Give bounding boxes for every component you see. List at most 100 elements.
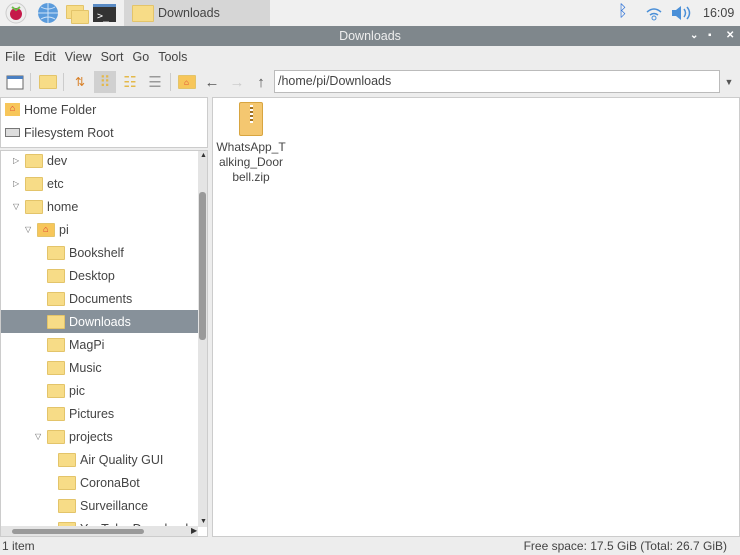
tree-item-coronabot[interactable]: CoronaBot <box>1 471 198 494</box>
zip-file-icon <box>239 102 263 136</box>
tree-item-music[interactable]: Music <box>1 356 198 379</box>
window-titlebar[interactable]: Downloads ⌄ ▪ ✕ <box>0 26 740 46</box>
volume-icon[interactable] <box>671 4 691 25</box>
collapse-arrow-icon[interactable]: ▽ <box>25 225 31 234</box>
folder-icon <box>58 475 76 490</box>
task-label: Downloads <box>158 6 220 20</box>
minimize-button[interactable]: ⌄ <box>690 26 698 46</box>
tree-item-magpi[interactable]: MagPi <box>1 333 198 356</box>
file-item[interactable]: WhatsApp_T alking_Door bell.zip <box>216 100 286 185</box>
status-bar: 1 item Free space: 17.5 GiB (Total: 26.7… <box>0 538 740 555</box>
tree-item-documents[interactable]: Documents <box>1 287 198 310</box>
forward-arrow-icon[interactable]: → <box>226 71 248 93</box>
icon-view-icon[interactable]: ⠿ <box>94 71 116 93</box>
tree-item-bookshelf[interactable]: Bookshelf <box>1 241 198 264</box>
expand-arrow-icon[interactable]: ▷ <box>13 179 19 188</box>
detailed-view-icon[interactable]: ☰ <box>144 71 166 93</box>
wifi-icon[interactable] <box>645 4 663 25</box>
tree-item-label: Bookshelf <box>69 245 124 260</box>
folder-icon <box>47 291 65 306</box>
folder-icon <box>25 199 43 214</box>
scroll-right-icon[interactable]: ▶ <box>191 526 197 535</box>
file-manager-icon[interactable] <box>64 2 89 24</box>
tree-item-desktop[interactable]: Desktop <box>1 264 198 287</box>
tree-item-etc[interactable]: ▷ etc <box>1 172 198 195</box>
folder-icon: ⌂ <box>37 222 55 237</box>
tree-item-pic[interactable]: pic <box>1 379 198 402</box>
scroll-down-icon[interactable]: ▼ <box>200 518 207 525</box>
tree-item-air-quality-gui[interactable]: Air Quality GUI <box>1 448 198 471</box>
tree-item-label: Air Quality GUI <box>80 452 164 467</box>
tree-item-pictures[interactable]: Pictures <box>1 402 198 425</box>
folder-icon <box>47 337 65 352</box>
tree-item-surveillance[interactable]: Surveillance <box>1 494 198 517</box>
collapse-arrow-icon[interactable]: ▽ <box>35 432 41 441</box>
folder-icon <box>47 429 65 444</box>
taskbar: >_ Downloads ᛒ 16:09 <box>0 0 740 26</box>
folder-icon <box>47 383 65 398</box>
place-label: Filesystem Root <box>24 125 114 140</box>
menu-file[interactable]: File <box>5 50 25 64</box>
compact-view-icon[interactable]: ☷ <box>119 71 141 93</box>
home-icon: ⌂ <box>5 103 20 116</box>
menu-go[interactable]: Go <box>133 50 150 64</box>
taskbar-item-downloads[interactable]: Downloads <box>124 0 270 26</box>
menu-tools[interactable]: Tools <box>158 50 187 64</box>
new-folder-icon[interactable] <box>37 71 59 93</box>
places-pane: ⌂ Home Folder Filesystem Root <box>0 97 208 148</box>
expand-arrow-icon[interactable]: ▷ <box>13 156 19 165</box>
bluetooth-icon[interactable]: ᛒ <box>618 3 628 21</box>
scroll-up-icon[interactable]: ▲ <box>200 152 207 159</box>
tree-horizontal-scroll-thumb[interactable] <box>12 529 144 534</box>
menubar: File Edit View Sort Go Tools <box>0 46 740 68</box>
back-arrow-icon[interactable]: ← <box>201 71 223 93</box>
svg-text:>_: >_ <box>97 11 110 22</box>
folder-icon <box>47 268 65 283</box>
tree-item-dev[interactable]: ▷ dev <box>1 151 198 172</box>
tree-item-label: etc <box>47 176 64 191</box>
new-window-icon[interactable] <box>4 71 26 93</box>
tree-item-label: pi <box>59 222 69 237</box>
up-arrow-icon[interactable]: ↑ <box>250 71 272 93</box>
raspberry-menu-icon[interactable] <box>4 2 28 24</box>
menu-view[interactable]: View <box>65 50 92 64</box>
close-button[interactable]: ✕ <box>726 26 734 46</box>
tree-vertical-scroll-thumb[interactable] <box>199 192 206 340</box>
free-space: Free space: 17.5 GiB (Total: 26.7 GiB) <box>523 539 727 553</box>
folder-icon <box>47 314 65 329</box>
menu-edit[interactable]: Edit <box>34 50 56 64</box>
file-name-line: WhatsApp_T <box>216 140 286 154</box>
path-dropdown-icon[interactable]: ▼ <box>718 71 740 93</box>
file-view[interactable] <box>212 97 740 537</box>
folder-icon <box>25 153 43 168</box>
maximize-button[interactable]: ▪ <box>708 26 712 46</box>
directory-tree: ▷ dev ▷ etc ▽ home ▽ ⌂ pi Bookshelf Desktop Documen… <box>0 150 208 537</box>
folder-icon <box>132 4 154 22</box>
terminal-icon[interactable]: >_ <box>93 2 117 24</box>
folder-icon <box>58 452 76 467</box>
web-browser-icon[interactable] <box>36 2 60 24</box>
folder-icon <box>47 360 65 375</box>
place-filesystem-root[interactable]: Filesystem Root <box>1 121 207 144</box>
tree-item-label: Pictures <box>69 406 115 421</box>
folder-icon <box>58 498 76 513</box>
tree-item-label: projects <box>69 429 113 444</box>
menu-sort[interactable]: Sort <box>101 50 124 64</box>
tree-item-label: CoronaBot <box>80 475 140 490</box>
tree-item-label: Desktop <box>69 268 115 283</box>
tree-item-pi[interactable]: ▽ ⌂ pi <box>1 218 198 241</box>
place-label: Home Folder <box>24 102 97 117</box>
file-name-line: alking_Door <box>218 155 284 169</box>
folder-icon <box>25 176 43 191</box>
clock[interactable]: 16:09 <box>703 6 734 20</box>
collapse-arrow-icon[interactable]: ▽ <box>13 202 19 211</box>
folder-icon <box>47 406 65 421</box>
location-input[interactable]: /home/pi/Downloads <box>274 70 720 93</box>
sort-icon[interactable]: ⇅ <box>69 71 91 93</box>
tree-item-projects[interactable]: ▽ projects <box>1 425 198 448</box>
tree-item-downloads[interactable]: Downloads <box>1 310 198 333</box>
tree-item-label: Documents <box>69 291 133 306</box>
place-home-folder[interactable]: ⌂ Home Folder <box>1 98 207 121</box>
home-folder-icon[interactable]: ⌂ <box>176 71 198 93</box>
tree-item-home[interactable]: ▽ home <box>1 195 198 218</box>
